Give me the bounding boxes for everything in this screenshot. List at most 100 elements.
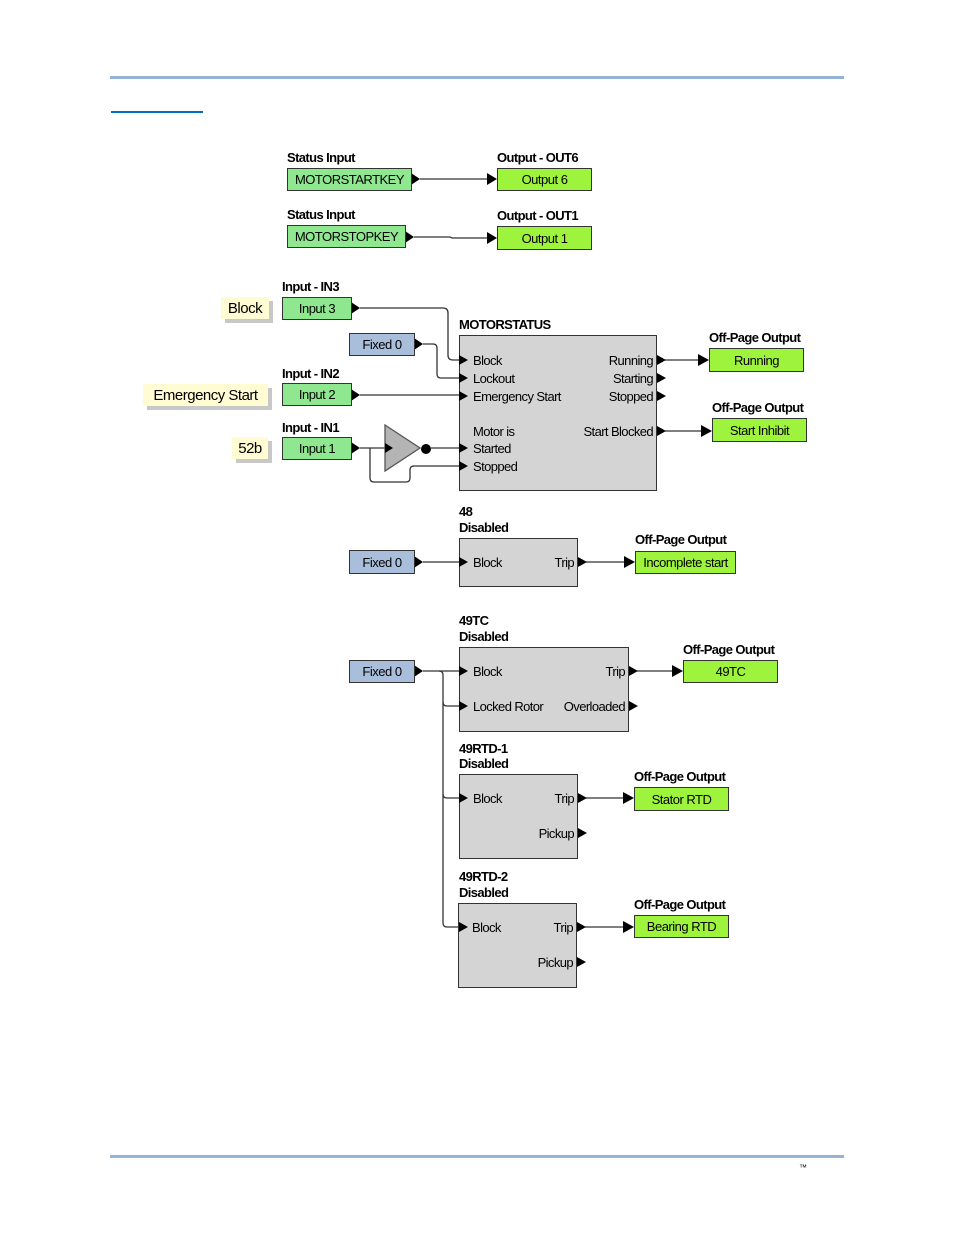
port-arrow	[459, 666, 468, 676]
port-locked-rotor: Locked Rotor	[473, 699, 544, 714]
port-arrow	[578, 793, 587, 803]
port-arrow	[672, 665, 683, 677]
emergency-start-label: Emergency Start	[143, 384, 268, 406]
fixed-0-box[interactable]: Fixed 0	[349, 660, 415, 683]
port-starting: Starting	[612, 371, 654, 386]
port-arrow	[623, 792, 634, 804]
input-1-box[interactable]: Input 1	[282, 437, 352, 460]
port-arrow	[459, 373, 468, 383]
offpage-title: Off-Page Output	[683, 642, 775, 657]
wire	[438, 670, 459, 928]
port-overloaded: Overloaded	[563, 699, 626, 714]
port-arrow	[487, 173, 497, 185]
port-arrow	[657, 426, 666, 436]
block-49rtd-1-state: Disabled	[459, 756, 509, 771]
port-block: Block	[473, 555, 502, 570]
output-1-box[interactable]: Output 1	[497, 226, 592, 250]
port-started: Started	[473, 441, 511, 456]
offpage-title: Off-Page Output	[712, 400, 804, 415]
output-6-box[interactable]: Output 6	[497, 168, 592, 191]
port-stopped: Stopped	[473, 459, 518, 474]
motorstartkey-box[interactable]: MOTORSTARTKEY	[287, 168, 412, 191]
port-stopped-out: Stopped	[608, 389, 654, 404]
bearing-rtd-output-box[interactable]: Bearing RTD	[634, 915, 729, 938]
input-in2-title: Input - IN2	[282, 366, 340, 381]
port-arrow	[657, 373, 666, 383]
block-48-name: 48	[459, 504, 473, 519]
port-trip: Trip	[553, 920, 573, 935]
wire	[414, 236, 488, 239]
port-arrow	[487, 232, 497, 244]
port-pickup: Pickup	[537, 955, 574, 970]
port-running: Running	[608, 353, 654, 368]
port-arrow	[624, 556, 635, 568]
wire	[369, 448, 459, 483]
port-trip: Trip	[605, 664, 625, 679]
port-arrow	[459, 557, 468, 567]
block-49tc-name: 49TC	[459, 613, 489, 628]
port-trip: Trip	[554, 555, 574, 570]
stator-rtd-output-box[interactable]: Stator RTD	[634, 787, 729, 811]
port-arrow	[414, 338, 423, 350]
output-out1-title: Output - OUT1	[497, 208, 579, 223]
fixed-0-box[interactable]: Fixed 0	[349, 550, 415, 574]
output-out6-title: Output - OUT6	[497, 150, 579, 165]
fixed-0-box[interactable]: Fixed 0	[349, 333, 415, 356]
port-lockout: Lockout	[473, 371, 515, 386]
port-arrow	[459, 701, 468, 711]
motorstatus-title: MOTORSTATUS	[459, 317, 551, 332]
port-arrow	[459, 443, 468, 453]
port-emergency-start: Emergency Start	[473, 389, 561, 404]
wire	[442, 701, 459, 707]
port-arrow	[629, 666, 638, 676]
offpage-title: Off-Page Output	[709, 330, 801, 345]
input-3-box[interactable]: Input 3	[282, 297, 352, 320]
port-arrow	[459, 355, 468, 365]
port-arrow	[459, 391, 468, 401]
port-arrow	[414, 556, 423, 568]
block-49tc-state: Disabled	[459, 629, 509, 644]
port-block: Block	[472, 920, 501, 935]
port-start-blocked: Start Blocked	[583, 424, 653, 439]
port-arrow	[411, 173, 420, 185]
port-block: Block	[473, 353, 502, 368]
start-inhibit-output-box[interactable]: Start Inhibit	[712, 418, 807, 442]
port-arrow	[351, 302, 360, 314]
input-in1-title: Input - IN1	[282, 420, 340, 435]
port-pickup: Pickup	[538, 826, 575, 841]
port-block: Block	[473, 791, 502, 806]
block-49rtd-2-name: 49RTD-2	[459, 869, 508, 884]
status-input-title: Status Input	[287, 150, 356, 165]
port-arrow	[351, 442, 360, 454]
incomplete-start-output-box[interactable]: Incomplete start	[635, 551, 736, 574]
port-block: Block	[473, 664, 502, 679]
wire	[423, 343, 459, 379]
port-arrow	[351, 389, 360, 401]
block-48-state: Disabled	[459, 520, 509, 535]
port-arrow	[701, 425, 712, 437]
port-arrow	[698, 354, 709, 366]
input-2-box[interactable]: Input 2	[282, 383, 352, 406]
page: ™ Status Input MOTORSTARTKEY Output - OU…	[0, 0, 954, 1235]
input-in3-title: Input - IN3	[282, 279, 340, 294]
port-trip: Trip	[554, 791, 574, 806]
port-arrow	[405, 231, 414, 243]
offpage-title: Off-Page Output	[634, 897, 726, 912]
wire	[442, 793, 459, 799]
52b-label: 52b	[232, 437, 268, 459]
port-arrow	[459, 793, 468, 803]
block-49rtd-1-name: 49RTD-1	[459, 741, 508, 756]
port-arrow	[459, 922, 468, 932]
block-label: Block	[221, 297, 269, 319]
port-arrow	[657, 391, 666, 401]
offpage-title: Off-Page Output	[635, 532, 727, 547]
49tc-output-box[interactable]: 49TC	[683, 660, 778, 683]
port-arrow	[657, 355, 666, 365]
running-output-box[interactable]: Running	[709, 348, 804, 372]
offpage-title: Off-Page Output	[634, 769, 726, 784]
inverter-bubble-icon	[421, 444, 431, 454]
port-arrow	[577, 957, 586, 967]
port-arrow	[629, 701, 638, 711]
motorstopkey-box[interactable]: MOTORSTOPKEY	[287, 225, 406, 248]
block-49rtd-2-state: Disabled	[459, 885, 509, 900]
